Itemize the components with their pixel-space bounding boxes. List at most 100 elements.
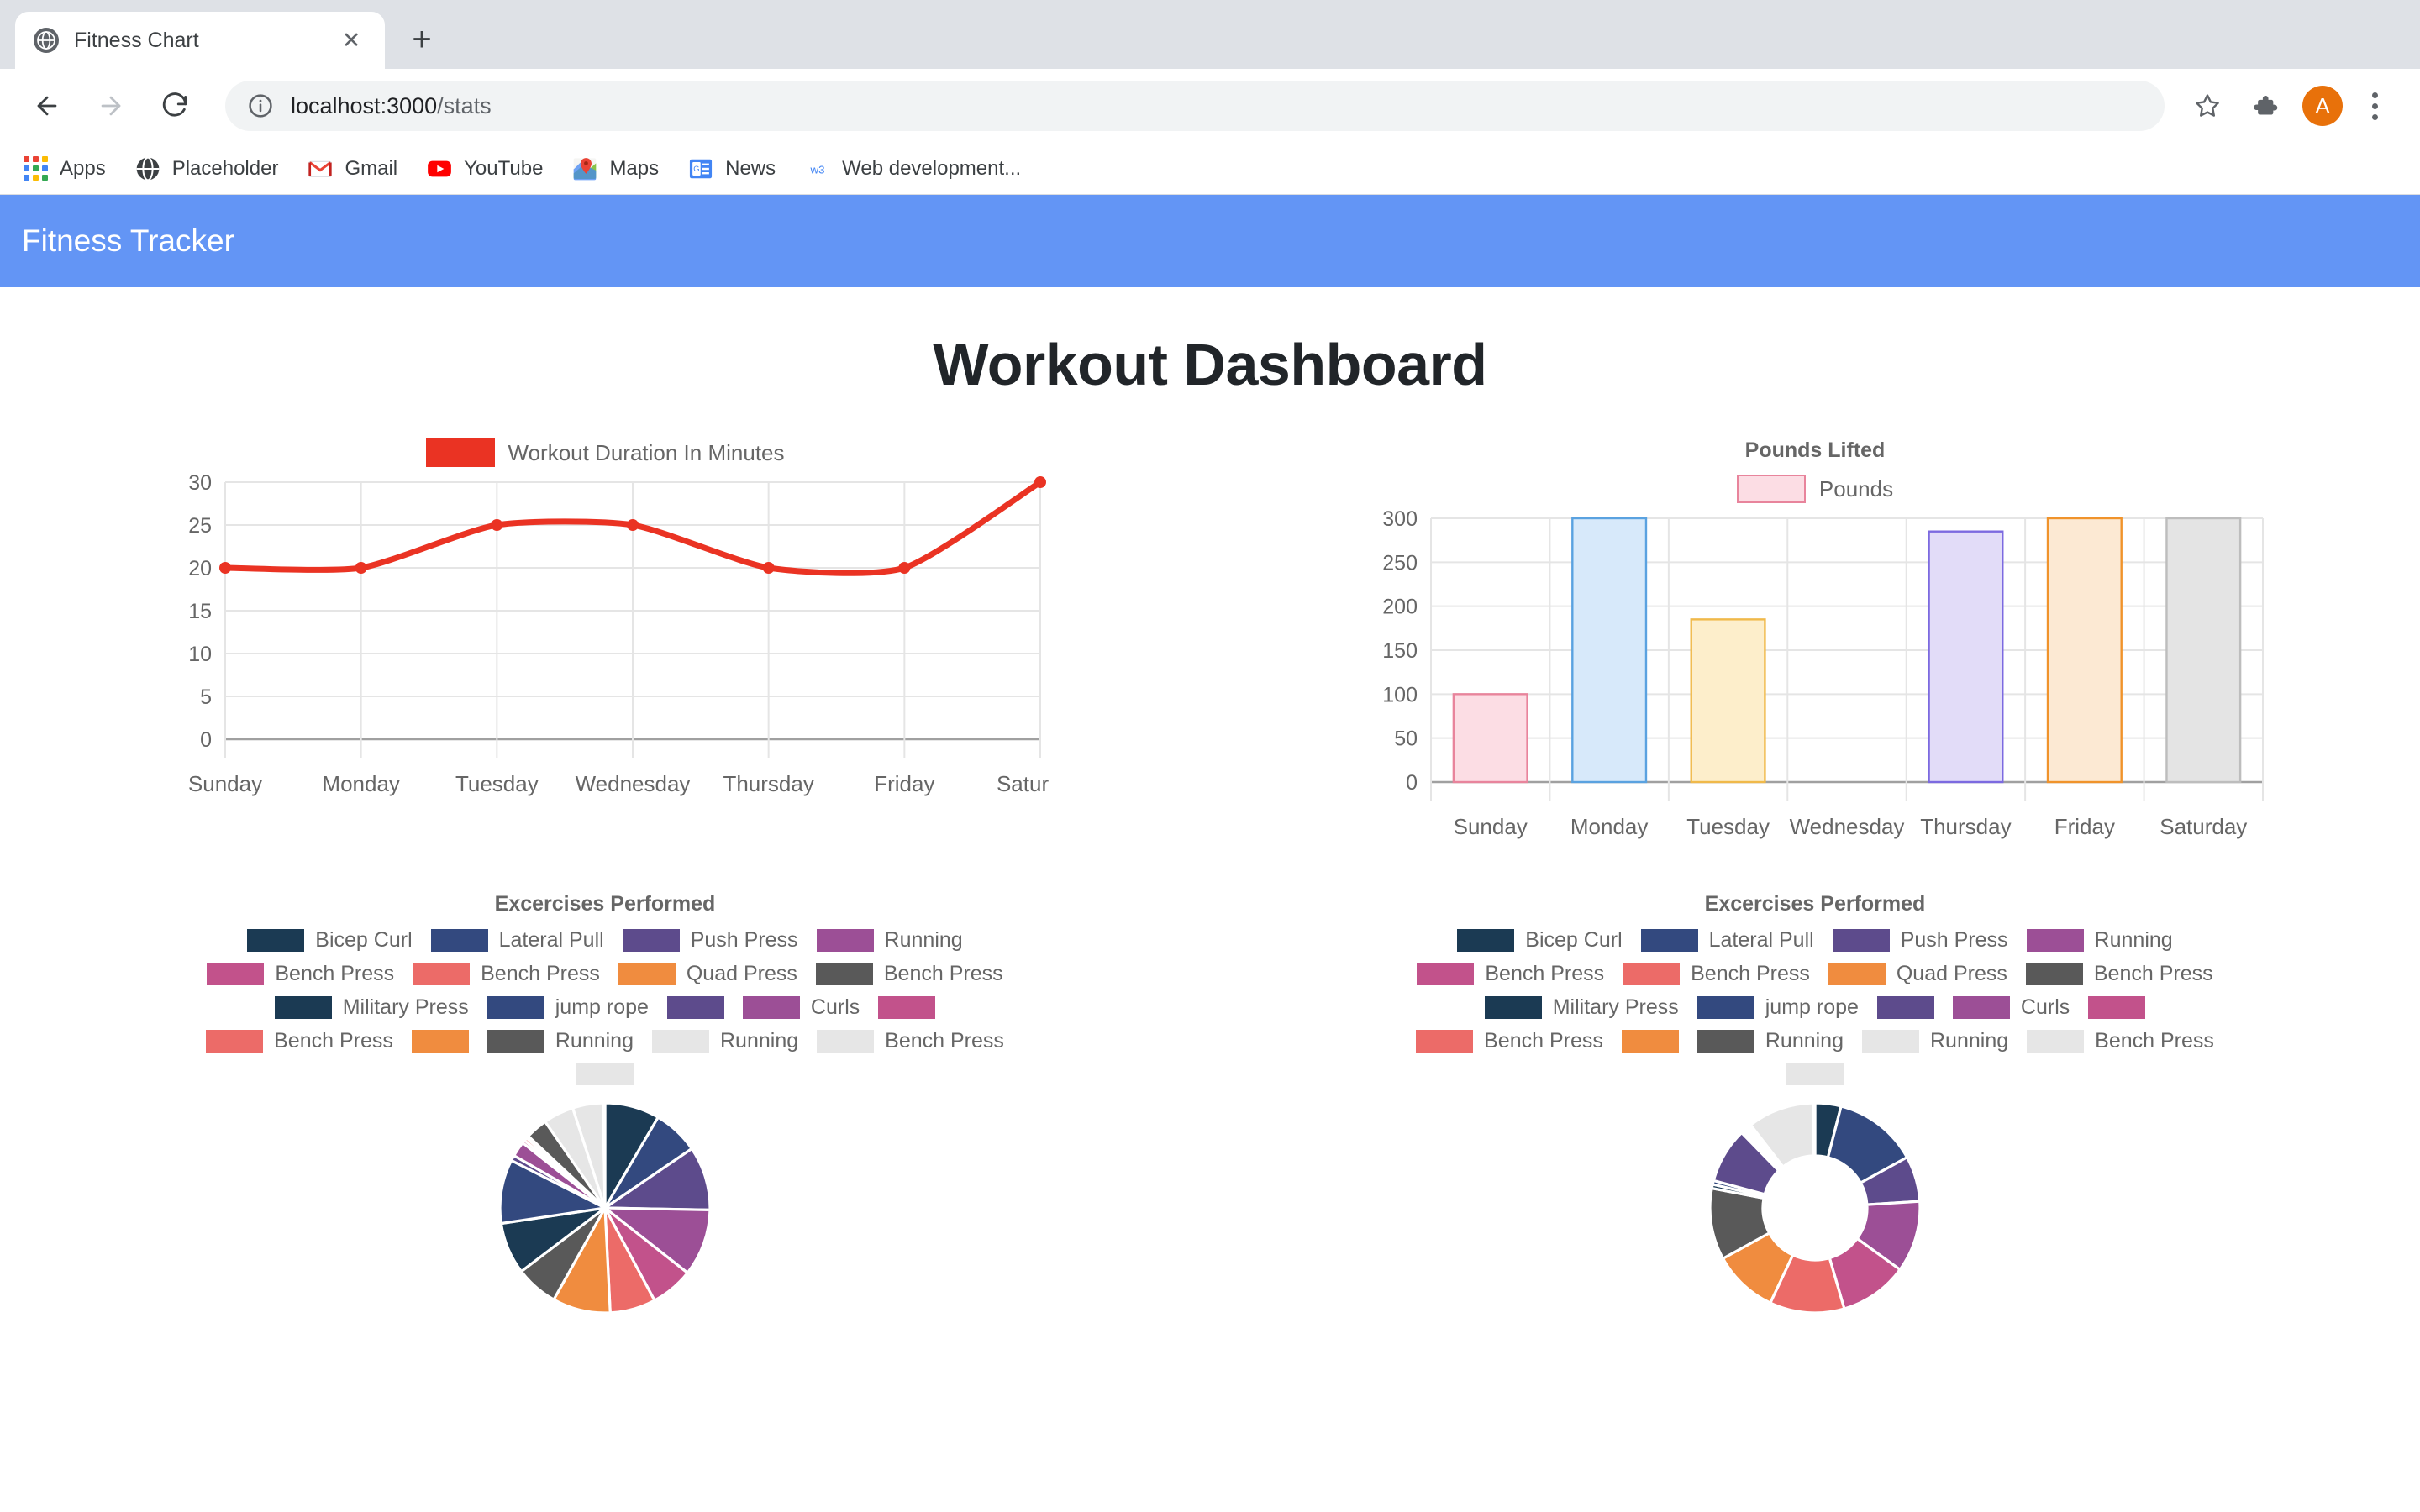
legend-item[interactable] — [1877, 996, 1934, 1019]
info-circle-icon[interactable] — [247, 92, 274, 119]
legend-item[interactable]: Military Press — [1485, 995, 1679, 1020]
legend-item[interactable] — [1622, 1030, 1679, 1053]
legend-item[interactable] — [412, 1030, 469, 1053]
pie-chart-legend[interactable]: Bicep Curl Lateral Pull Push Press Running B… — [151, 928, 1059, 1085]
star-icon[interactable] — [2181, 80, 2233, 132]
legend-item[interactable]: Running — [1862, 1029, 2008, 1053]
legend-item[interactable]: Curls — [743, 995, 860, 1020]
bookmark-maps[interactable]: Maps — [571, 155, 659, 182]
legend-label: Military Press — [343, 995, 469, 1020]
legend-item[interactable]: Bicep Curl — [1457, 928, 1622, 953]
legend-item[interactable]: Bench Press — [1417, 962, 1604, 986]
legend-item[interactable] — [878, 996, 935, 1019]
bookmark-web-development[interactable]: w3 Web development... — [804, 155, 1021, 182]
kebab-menu-icon[interactable] — [2351, 80, 2398, 132]
legend-label: Curls — [811, 995, 860, 1020]
workout-duration-line-chart[interactable]: 051015202530SundayMondayTuesdayWednesday… — [160, 472, 1050, 825]
legend-item[interactable] — [667, 996, 724, 1019]
legend-swatch — [816, 963, 873, 985]
bookmark-gmail[interactable]: Gmail — [307, 155, 397, 182]
legend-label: jump rope — [555, 995, 649, 1020]
svg-text:30: 30 — [188, 472, 212, 495]
legend-item[interactable]: Lateral Pull — [431, 928, 604, 953]
legend-item[interactable]: Bench Press — [207, 962, 394, 986]
svg-text:w3: w3 — [810, 163, 825, 176]
legend-item[interactable]: Bicep Curl — [247, 928, 412, 953]
legend-item[interactable]: Quad Press — [1828, 962, 2007, 986]
bookmark-placeholder[interactable]: Placeholder — [134, 155, 279, 182]
bookmark-apps[interactable]: Apps — [22, 155, 106, 182]
legend-swatch — [2088, 996, 2145, 1019]
legend-item[interactable]: Bench Press — [817, 1029, 1004, 1053]
legend-swatch — [1623, 963, 1680, 985]
youtube-icon — [426, 155, 453, 182]
close-icon[interactable]: ✕ — [336, 25, 366, 55]
back-button[interactable] — [22, 81, 72, 131]
legend-swatch — [275, 996, 332, 1019]
puzzle-icon[interactable] — [2238, 80, 2291, 132]
legend-item[interactable]: jump rope — [1697, 995, 1859, 1020]
legend-item[interactable]: Running — [2027, 928, 2173, 953]
legend-swatch — [667, 996, 724, 1019]
legend-item[interactable]: Push Press — [1833, 928, 2008, 953]
doughnut-chart-title: Excercises Performed — [1210, 892, 2420, 916]
svg-text:15: 15 — [188, 600, 212, 623]
bar-chart-legend[interactable]: Pounds — [1210, 475, 2420, 503]
legend-swatch — [431, 929, 488, 952]
legend-item[interactable]: Lateral Pull — [1641, 928, 1814, 953]
bookmark-label: Maps — [609, 157, 659, 181]
legend-swatch — [817, 929, 874, 952]
legend-item[interactable] — [576, 1063, 634, 1085]
bookmark-youtube[interactable]: YouTube — [426, 155, 543, 182]
pounds-lifted-bar-chart[interactable]: 050100150200250300SundayMondayTuesdayWed… — [1357, 508, 2273, 857]
legend-swatch — [247, 929, 304, 952]
legend-item[interactable]: Quad Press — [618, 962, 797, 986]
legend-swatch — [817, 1030, 874, 1053]
navbar-brand[interactable]: Fitness Tracker — [22, 223, 234, 259]
new-tab-button[interactable]: + — [398, 16, 445, 63]
legend-item[interactable]: Running — [817, 928, 963, 953]
svg-text:10: 10 — [188, 643, 212, 666]
legend-item[interactable]: Bench Press — [1416, 1029, 1603, 1053]
legend-item[interactable]: Bench Press — [413, 962, 600, 986]
legend-label: Bench Press — [2095, 1029, 2214, 1053]
url-path: /stats — [437, 93, 492, 118]
legend-row: Bench Press Bench Press Quad Press Bench Pr… — [1361, 962, 2269, 986]
svg-text:Sunday: Sunday — [188, 771, 262, 796]
legend-item[interactable]: Running — [652, 1029, 798, 1053]
address-bar[interactable]: localhost:3000/stats — [225, 81, 2165, 131]
legend-item[interactable]: Bench Press — [816, 962, 1003, 986]
legend-swatch — [2027, 929, 2084, 952]
doughnut-chart-legend[interactable]: Bicep CurlLateral PullPush PressRunningB… — [1361, 928, 2269, 1085]
legend-item[interactable]: Military Press — [275, 995, 469, 1020]
legend-item[interactable]: jump rope — [487, 995, 649, 1020]
news-icon: G — [687, 155, 714, 182]
legend-item[interactable]: Curls — [1953, 995, 2070, 1020]
exercises-doughnut-chart[interactable] — [1689, 1095, 1941, 1321]
url-host: localhost:3000 — [291, 93, 437, 118]
legend-row: Bicep Curl Lateral Pull Push Press Running — [1361, 928, 2269, 953]
svg-text:25: 25 — [188, 514, 212, 538]
svg-text:Friday: Friday — [2054, 814, 2115, 839]
legend-item[interactable]: Running — [487, 1029, 634, 1053]
reload-button[interactable] — [150, 81, 200, 131]
apps-grid-icon — [22, 155, 49, 182]
legend-label: Running — [720, 1029, 798, 1053]
legend-item[interactable]: Running — [1697, 1029, 1844, 1053]
browser-tab[interactable]: Fitness Chart ✕ — [15, 12, 385, 69]
legend-swatch — [487, 1030, 544, 1053]
legend-item[interactable]: Bench Press — [2026, 962, 2213, 986]
exercises-pie-chart[interactable] — [479, 1095, 731, 1321]
legend-item[interactable]: Bench Press — [206, 1029, 393, 1053]
forward-button[interactable] — [86, 81, 136, 131]
avatar[interactable]: A — [2302, 86, 2343, 126]
bookmark-label: Apps — [60, 157, 106, 181]
line-chart-legend[interactable]: Workout Duration In Minutes — [0, 438, 1210, 467]
legend-item[interactable]: Bench Press — [1623, 962, 1810, 986]
bookmark-news[interactable]: G News — [687, 155, 776, 182]
legend-item[interactable]: Bench Press — [2027, 1029, 2214, 1053]
legend-item[interactable] — [1786, 1063, 1844, 1085]
legend-row — [151, 1063, 1059, 1085]
legend-item[interactable]: Push Press — [623, 928, 798, 953]
legend-item[interactable] — [2088, 996, 2145, 1019]
